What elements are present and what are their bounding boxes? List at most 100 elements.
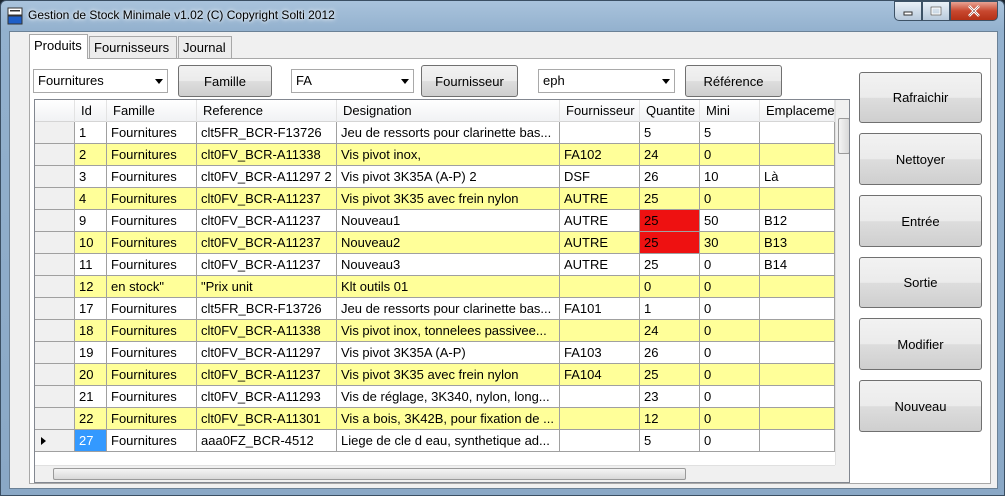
row-header[interactable] [35, 408, 75, 430]
table-cell[interactable]: 0 [700, 364, 760, 386]
table-cell[interactable]: Fournitures [107, 342, 197, 364]
table-cell[interactable]: Fournitures [107, 386, 197, 408]
famille-button[interactable]: Famille [178, 65, 272, 97]
table-cell[interactable]: Fournitures [107, 144, 197, 166]
table-cell[interactable] [760, 144, 835, 166]
table-cell[interactable]: 5 [640, 430, 700, 452]
table-cell[interactable]: clt0FV_BCR-A11237 [197, 232, 337, 254]
table-cell[interactable] [560, 430, 640, 452]
table-cell[interactable]: 23 [640, 386, 700, 408]
table-cell[interactable]: Fournitures [107, 232, 197, 254]
tab-fournisseurs[interactable]: Fournisseurs [89, 36, 177, 58]
table-cell[interactable]: 20 [75, 364, 107, 386]
table-cell[interactable]: Jeu de ressorts pour clarinette bas... [337, 298, 560, 320]
table-cell[interactable]: 0 [700, 254, 760, 276]
table-cell[interactable]: 10 [75, 232, 107, 254]
table-cell[interactable]: Fournitures [107, 166, 197, 188]
table-cell[interactable]: 9 [75, 210, 107, 232]
table-cell[interactable] [760, 430, 835, 452]
row-header[interactable] [35, 254, 75, 276]
column-header[interactable]: Reference [197, 100, 337, 122]
table-cell[interactable] [760, 188, 835, 210]
table-cell[interactable]: AUTRE [560, 188, 640, 210]
reference-select[interactable]: eph [538, 69, 675, 93]
table-cell[interactable]: 25 [640, 254, 700, 276]
table-cell[interactable]: FA103 [560, 342, 640, 364]
table-cell[interactable]: 0 [700, 430, 760, 452]
horizontal-scrollbar[interactable] [35, 465, 835, 482]
column-header[interactable]: Emplacement [760, 100, 835, 122]
table-cell[interactable] [560, 320, 640, 342]
row-header[interactable] [35, 320, 75, 342]
column-header[interactable]: Fournisseur [560, 100, 640, 122]
table-cell[interactable]: Vis pivot 3K35 avec frein nylon [337, 188, 560, 210]
table-cell[interactable]: Vis pivot 3K35A (A-P) [337, 342, 560, 364]
table-cell[interactable]: clt0FV_BCR-A11297 2 [197, 166, 337, 188]
table-cell[interactable]: 0 [700, 408, 760, 430]
table-cell[interactable]: 22 [75, 408, 107, 430]
nouveau-button[interactable]: Nouveau [859, 380, 982, 432]
row-header[interactable] [35, 166, 75, 188]
table-cell[interactable]: 12 [75, 276, 107, 298]
table-cell[interactable]: AUTRE [560, 210, 640, 232]
table-cell[interactable]: Vis a bois, 3K42B, pour fixation de ... [337, 408, 560, 430]
table-cell[interactable]: FA102 [560, 144, 640, 166]
table-cell[interactable]: Vis pivot 3K35 avec frein nylon [337, 364, 560, 386]
table-cell[interactable]: 0 [700, 342, 760, 364]
table-cell[interactable]: clt0FV_BCR-A11237 [197, 188, 337, 210]
table-row[interactable]: 20 Fournitures clt0FV_BCR-A11237 Vis pivot … [35, 364, 835, 386]
row-header[interactable] [35, 144, 75, 166]
table-cell[interactable]: 26 [640, 166, 700, 188]
table-cell[interactable]: 24 [640, 144, 700, 166]
table-cell[interactable] [560, 276, 640, 298]
table-cell[interactable]: B13 [760, 232, 835, 254]
table-cell[interactable]: Nouveau3 [337, 254, 560, 276]
table-cell[interactable]: Fournitures [107, 364, 197, 386]
row-header[interactable] [35, 276, 75, 298]
title-bar[interactable]: Gestion de Stock Minimale v1.02 (C) Copy… [1, 1, 1004, 31]
table-cell[interactable]: clt0FV_BCR-A11338 [197, 144, 337, 166]
column-header[interactable]: Designation [337, 100, 560, 122]
table-cell[interactable]: 1 [640, 298, 700, 320]
table-cell[interactable]: FA104 [560, 364, 640, 386]
table-cell[interactable]: clt0FV_BCR-A11297 [197, 342, 337, 364]
table-row[interactable]: 10 Fournitures clt0FV_BCR-A11237 Nouveau2 AU… [35, 232, 835, 254]
table-row[interactable]: 2 Fournitures clt0FV_BCR-A11338 Vis pivot i… [35, 144, 835, 166]
table-cell[interactable]: 30 [700, 232, 760, 254]
table-cell[interactable] [760, 298, 835, 320]
table-cell[interactable] [760, 364, 835, 386]
table-cell[interactable]: Vis de réglage, 3K340, nylon, long... [337, 386, 560, 408]
close-button[interactable] [950, 1, 998, 21]
table-cell[interactable]: "Prix unit [197, 276, 337, 298]
column-header[interactable]: Id [75, 100, 107, 122]
table-cell[interactable] [760, 276, 835, 298]
table-row[interactable]: 17 Fournitures clt5FR_BCR-F13726 Jeu de res… [35, 298, 835, 320]
row-header[interactable] [35, 188, 75, 210]
table-cell[interactable]: 0 [700, 276, 760, 298]
row-header[interactable] [35, 364, 75, 386]
table-row[interactable]: 19 Fournitures clt0FV_BCR-A11297 Vis pivot … [35, 342, 835, 364]
table-cell[interactable]: clt0FV_BCR-A11237 [197, 254, 337, 276]
table-cell[interactable] [560, 408, 640, 430]
table-cell[interactable] [760, 122, 835, 144]
table-row[interactable]: 1 Fournitures clt5FR_BCR-F13726 Jeu de ress… [35, 122, 835, 144]
column-header[interactable]: Famille [107, 100, 197, 122]
table-cell[interactable]: 0 [700, 298, 760, 320]
table-cell[interactable]: 5 [700, 122, 760, 144]
table-cell[interactable]: DSF [560, 166, 640, 188]
fournisseur-select[interactable]: FA [291, 69, 414, 93]
table-cell[interactable]: 0 [700, 144, 760, 166]
produits-grid[interactable]: Id Famille Reference Designation Fournisseur… [34, 99, 850, 483]
table-cell[interactable]: clt0FV_BCR-A11237 [197, 210, 337, 232]
nettoyer-button[interactable]: Nettoyer [859, 133, 982, 185]
table-cell[interactable] [760, 320, 835, 342]
sortie-button[interactable]: Sortie [859, 257, 982, 308]
table-cell[interactable]: Fournitures [107, 254, 197, 276]
rafraichir-button[interactable]: Rafraichir [859, 72, 982, 123]
table-row[interactable]: 22 Fournitures clt0FV_BCR-A11301 Vis a bois… [35, 408, 835, 430]
table-cell[interactable]: Liege de cle d eau, synthetique ad... [337, 430, 560, 452]
table-cell[interactable]: clt0FV_BCR-A11338 [197, 320, 337, 342]
row-header[interactable] [35, 210, 75, 232]
row-header[interactable] [35, 122, 75, 144]
table-cell[interactable]: aaa0FZ_BCR-4512 [197, 430, 337, 452]
